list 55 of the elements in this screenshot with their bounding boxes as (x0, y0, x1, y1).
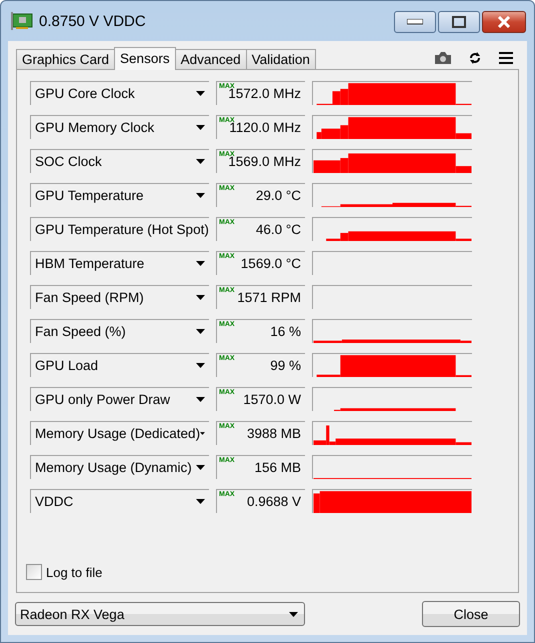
sensor-value: 0.9688 V (246, 494, 301, 509)
caret-icon (196, 363, 205, 368)
caret-icon (200, 431, 205, 436)
tab[interactable]: Sensors (114, 47, 176, 70)
sensor-value: 1571 RPM (237, 290, 301, 305)
caret-icon (196, 499, 205, 504)
caret-icon (289, 612, 298, 616)
minimize-button[interactable] (394, 11, 436, 33)
caret-icon (196, 329, 205, 334)
sensor-dropdown[interactable]: Fan Speed (RPM) (30, 285, 209, 309)
sensor-value: 1570.0 W (243, 392, 301, 407)
tab[interactable]: Graphics Card (16, 49, 116, 69)
close-icon (497, 16, 511, 28)
caret-icon (196, 159, 205, 164)
tab[interactable]: Validation (246, 49, 316, 69)
sensor-value: 29.0 °C (256, 188, 301, 203)
caret-icon (196, 397, 205, 402)
sensor-value: 46.0 °C (256, 222, 301, 237)
sensor-value: 3988 MB (246, 426, 301, 441)
minimize-icon (407, 19, 423, 25)
sensor-dropdown[interactable]: Memory Usage (Dynamic) (30, 455, 209, 479)
sensor-value: 16 % (270, 324, 301, 339)
sensor-dropdown[interactable]: GPU Temperature (30, 183, 209, 207)
caret-icon (196, 465, 205, 470)
sensor-dropdown[interactable]: Memory Usage (Dedicated) (30, 421, 209, 445)
sensor-dropdown[interactable]: VDDC (30, 489, 209, 513)
sensor-value: 99 % (270, 358, 301, 373)
graphics-card-icon (11, 12, 33, 30)
sensor-dropdown[interactable]: SOC Clock (30, 149, 209, 173)
checkbox-label: Log to file (46, 564, 102, 580)
sensor-dropdown[interactable]: GPU Core Clock (30, 81, 209, 105)
close-button[interactable]: Close (422, 601, 520, 627)
sensor-value: 156 MB (254, 460, 301, 475)
maximize-icon (452, 16, 466, 28)
sensor-dropdown[interactable]: GPU only Power Draw (30, 387, 209, 411)
sensor-dropdown[interactable]: GPU Load (30, 353, 209, 377)
checkbox[interactable] (26, 564, 42, 580)
caret-icon (196, 261, 205, 266)
device-dropdown[interactable]: Radeon RX Vega (15, 602, 305, 626)
caret-icon (196, 193, 205, 198)
maximize-button[interactable] (438, 11, 480, 33)
caret-icon (196, 91, 205, 96)
window-title: 0.8750 V VDDC (39, 12, 147, 30)
close-window-button[interactable] (482, 11, 526, 33)
sensor-dropdown[interactable]: Fan Speed (%) (30, 319, 209, 343)
sensor-dropdown[interactable]: GPU Memory Clock (30, 115, 209, 139)
sensor-dropdown[interactable]: GPU Temperature (Hot Spot) (30, 217, 209, 241)
sensor-value: 1569.0 °C (240, 256, 301, 271)
sensor-dropdown[interactable]: HBM Temperature (30, 251, 209, 275)
menu-icon[interactable] (499, 52, 513, 64)
caret-icon (196, 125, 205, 130)
caret-icon (196, 295, 205, 300)
refresh-icon[interactable] (469, 52, 481, 64)
camera-icon[interactable] (435, 52, 451, 64)
tab[interactable]: Advanced (174, 49, 247, 69)
